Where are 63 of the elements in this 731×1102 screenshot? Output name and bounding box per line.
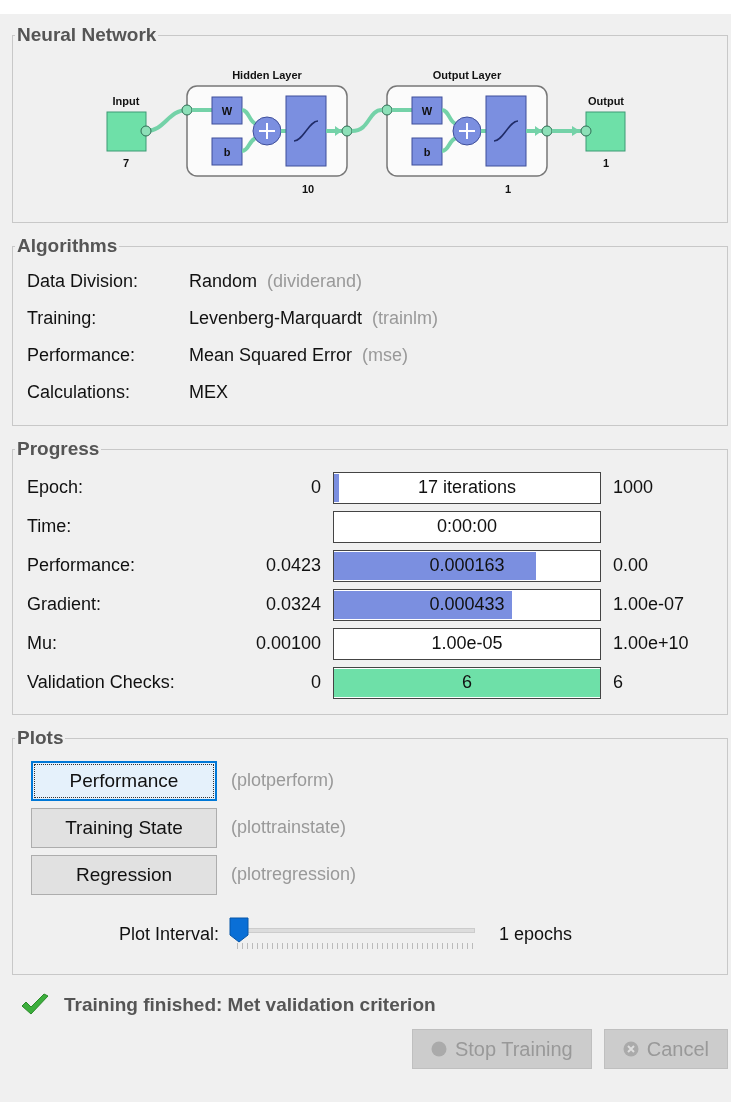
stop-icon xyxy=(430,1041,447,1057)
layer-title: Output Layer xyxy=(432,69,502,81)
algorithm-label: Calculations: xyxy=(27,382,132,403)
progress-label: Gradient: xyxy=(27,594,103,615)
algorithm-label: Data Division: xyxy=(27,271,140,292)
end-value: 1.00e-07 xyxy=(613,594,685,615)
plot-interval-slider[interactable] xyxy=(229,917,475,951)
bias-label: b xyxy=(223,146,231,158)
function-name: (dividerand) xyxy=(267,271,363,292)
start-value: 0.0324 xyxy=(264,594,321,615)
progress-bar: 0.000163 xyxy=(333,549,601,582)
input-label: Input xyxy=(112,95,140,107)
end-value: 6 xyxy=(613,672,623,693)
function-name: (plottrainstate) xyxy=(231,817,347,838)
algorithm-label: Performance: xyxy=(27,345,137,366)
algorithm-value: Mean Squared Error xyxy=(189,345,353,366)
function-name: (plotregression) xyxy=(231,864,357,885)
progress-label: Mu: xyxy=(27,633,58,654)
function-name: (mse) xyxy=(362,345,409,366)
end-value: 1000 xyxy=(613,477,654,498)
start-value: 0.0423 xyxy=(264,555,321,576)
panel-title: Algorithms xyxy=(16,235,119,257)
value-field: 1.00e-05 xyxy=(333,627,601,660)
panel-title: Plots xyxy=(16,727,65,749)
progress-label: Time: xyxy=(27,516,73,537)
progress-label: Performance: xyxy=(27,555,137,576)
panel-title: Neural Network xyxy=(16,24,158,46)
start-value: 0.00100 xyxy=(254,633,321,654)
output-size: 1 xyxy=(602,157,610,169)
plot-button[interactable]: Regression xyxy=(31,854,217,895)
algorithm-value: Random xyxy=(189,271,258,292)
progress-bar: 17 iterations xyxy=(333,471,601,504)
layer-size: 10 xyxy=(301,183,315,195)
function-name: (trainlm) xyxy=(372,308,439,329)
plot-button[interactable]: Training State xyxy=(31,807,217,848)
validation-bar: 6 xyxy=(333,666,601,699)
weight-label: W xyxy=(421,105,433,117)
input-size: 7 xyxy=(122,157,130,169)
slider-thumb[interactable] xyxy=(229,917,249,943)
slider-value: 1 epochs xyxy=(499,923,573,945)
bias-label: b xyxy=(423,146,431,158)
algorithm-value: Levenberg-Marquardt xyxy=(189,308,363,329)
algorithm-value: MEX xyxy=(189,382,228,403)
value-field: 0:00:00 xyxy=(333,510,601,543)
cancel-icon xyxy=(622,1041,639,1057)
algorithm-label: Training: xyxy=(27,308,98,329)
status-message: Training finished: Met validation criterion xyxy=(64,994,436,1016)
slider-label: Plot Interval: xyxy=(117,923,219,945)
function-name: (plotperform) xyxy=(231,770,335,791)
layer-size: 1 xyxy=(504,183,512,195)
output-label: Output xyxy=(588,95,624,107)
plot-button[interactable]: Performance xyxy=(31,760,217,801)
progress-label: Epoch: xyxy=(27,477,85,498)
progress-bar: 0.000433 xyxy=(333,588,601,621)
start-value: 0 xyxy=(310,672,321,693)
checkmark-icon xyxy=(20,993,50,1017)
weight-label: W xyxy=(221,105,233,117)
start-value: 0 xyxy=(310,477,321,498)
progress-label: Validation Checks: xyxy=(27,672,176,693)
end-value: 1.00e+10 xyxy=(613,633,689,654)
layer-title: Hidden Layer xyxy=(232,69,302,81)
panel-title: Progress xyxy=(16,438,101,460)
end-value: 0.00 xyxy=(613,555,649,576)
